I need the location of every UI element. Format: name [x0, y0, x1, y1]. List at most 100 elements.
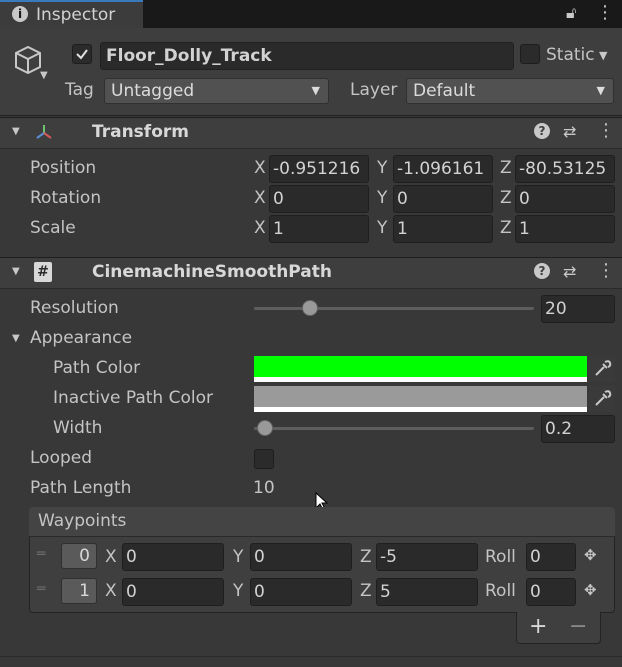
- axis-z-label: Z: [500, 158, 512, 178]
- appearance-label[interactable]: Appearance: [30, 328, 132, 348]
- waypoint-y-field[interactable]: 0: [250, 543, 352, 571]
- static-dropdown-icon[interactable]: ▼: [599, 49, 607, 62]
- position-z-field[interactable]: -80.53125: [515, 155, 615, 183]
- tab-inspector[interactable]: i Inspector: [0, 0, 143, 28]
- waypoint-index-field[interactable]: 1: [61, 578, 97, 604]
- position-label: Position: [30, 158, 97, 178]
- foldout-arrow-icon[interactable]: ▼: [12, 126, 20, 137]
- axis-y-label: Y: [377, 188, 388, 208]
- object-name-field[interactable]: Floor_Dolly_Track: [100, 42, 514, 70]
- rotation-label: Rotation: [30, 188, 102, 208]
- resolution-label: Resolution: [30, 298, 119, 318]
- width-field[interactable]: 0.2: [541, 415, 615, 443]
- foldout-arrow-icon[interactable]: ▼: [12, 333, 20, 344]
- chevron-down-icon[interactable]: ▼: [40, 70, 48, 81]
- inactive-path-color-field[interactable]: [254, 386, 587, 412]
- axis-x-label: X: [254, 188, 266, 208]
- axis-x-label: X: [254, 218, 266, 238]
- path-color-field[interactable]: [254, 356, 587, 382]
- looped-checkbox[interactable]: [254, 449, 274, 469]
- waypoint-roll-field[interactable]: 0: [526, 578, 576, 606]
- waypoint-index-field[interactable]: 0: [61, 543, 97, 569]
- tab-title: Inspector: [36, 5, 116, 25]
- waypoint-x-field[interactable]: 0: [122, 578, 224, 606]
- eyedropper-icon[interactable]: [589, 386, 615, 412]
- waypoint-roll-field[interactable]: 0: [526, 543, 576, 571]
- add-waypoint-button[interactable]: +: [529, 614, 547, 639]
- axis-x-label: X: [105, 581, 117, 601]
- move-tool-icon[interactable]: ✥: [584, 546, 597, 564]
- layer-dropdown[interactable]: Default ▼: [406, 78, 614, 104]
- looped-label: Looped: [30, 448, 93, 468]
- chevron-down-icon: ▼: [311, 84, 320, 97]
- waypoint-y-field[interactable]: 0: [250, 578, 352, 606]
- waypoint-z-field[interactable]: 5: [376, 578, 478, 606]
- resolution-slider-track[interactable]: [254, 307, 534, 310]
- drag-handle-icon[interactable]: ═: [37, 581, 45, 597]
- add-remove-bar: + −: [516, 612, 601, 644]
- tag-value: Untagged: [111, 81, 195, 101]
- static-label: Static: [546, 45, 595, 65]
- presets-icon[interactable]: ⇄: [563, 122, 576, 141]
- scale-y-field[interactable]: 1: [393, 215, 493, 243]
- lock-icon[interactable]: 🔓︎: [566, 3, 576, 23]
- script-icon: #: [34, 262, 52, 282]
- path-length-value: 10: [253, 478, 275, 498]
- width-label: Width: [53, 418, 103, 438]
- path-color-label: Path Color: [53, 358, 141, 378]
- axis-z-label: Z: [360, 547, 372, 567]
- drag-handle-icon[interactable]: ═: [37, 546, 45, 562]
- divider: [0, 656, 622, 657]
- move-tool-icon[interactable]: ✥: [584, 581, 597, 599]
- layer-value: Default: [413, 81, 476, 101]
- transform-title: Transform: [92, 122, 189, 142]
- waypoint-z-field[interactable]: -5: [376, 543, 478, 571]
- scale-x-field[interactable]: 1: [269, 215, 369, 243]
- help-icon[interactable]: ?: [534, 263, 550, 279]
- inactive-path-color-label: Inactive Path Color: [53, 388, 213, 408]
- axis-y-label: Y: [233, 581, 244, 601]
- resolution-slider-knob[interactable]: [302, 300, 318, 316]
- help-icon[interactable]: ?: [534, 123, 550, 139]
- scale-z-field[interactable]: 1: [515, 215, 615, 243]
- active-checkbox[interactable]: [72, 44, 92, 64]
- smooth-path-header[interactable]: ▼ # CinemachineSmoothPath ? ⇄ ⋮: [0, 257, 622, 289]
- rotation-y-field[interactable]: 0: [393, 185, 493, 213]
- static-checkbox[interactable]: [520, 44, 540, 64]
- foldout-arrow-icon[interactable]: ▼: [12, 266, 20, 277]
- transform-header[interactable]: ▼ Transform ? ⇄ ⋮: [0, 117, 622, 149]
- tag-dropdown[interactable]: Untagged ▼: [104, 78, 329, 104]
- axis-z-label: Z: [360, 581, 372, 601]
- chevron-down-icon: ▼: [596, 84, 605, 97]
- resolution-field[interactable]: 20: [541, 295, 615, 323]
- axis-x-label: X: [105, 547, 117, 567]
- checkmark-icon: [76, 49, 88, 60]
- component-menu-icon[interactable]: ⋮: [597, 260, 615, 281]
- rotation-z-field[interactable]: 0: [515, 185, 615, 213]
- width-slider-track[interactable]: [254, 427, 534, 430]
- eyedropper-icon[interactable]: [589, 356, 615, 382]
- smooth-path-title: CinemachineSmoothPath: [92, 262, 333, 282]
- rotation-x-field[interactable]: 0: [269, 185, 369, 213]
- layer-label: Layer: [350, 80, 398, 100]
- axis-y-label: Y: [377, 158, 388, 178]
- waypoint-x-field[interactable]: 0: [122, 543, 224, 571]
- transform-icon: [34, 122, 54, 147]
- position-x-field[interactable]: -0.951216: [269, 155, 369, 183]
- waypoints-label: Waypoints: [38, 511, 127, 531]
- remove-waypoint-button[interactable]: −: [569, 614, 587, 639]
- axis-z-label: Z: [500, 188, 512, 208]
- presets-icon[interactable]: ⇄: [563, 262, 576, 281]
- object-name: Floor_Dolly_Track: [106, 46, 272, 66]
- waypoints-header[interactable]: Waypoints: [29, 507, 615, 537]
- width-slider-knob[interactable]: [257, 420, 274, 436]
- more-options-icon[interactable]: ⋮: [596, 2, 614, 23]
- scale-label: Scale: [30, 218, 76, 238]
- info-icon: i: [12, 6, 28, 22]
- roll-label: Roll: [485, 547, 516, 567]
- axis-y-label: Y: [377, 218, 388, 238]
- path-length-label: Path Length: [30, 478, 132, 498]
- position-y-field[interactable]: -1.096161: [393, 155, 493, 183]
- component-menu-icon[interactable]: ⋮: [597, 120, 615, 141]
- axis-y-label: Y: [233, 547, 244, 567]
